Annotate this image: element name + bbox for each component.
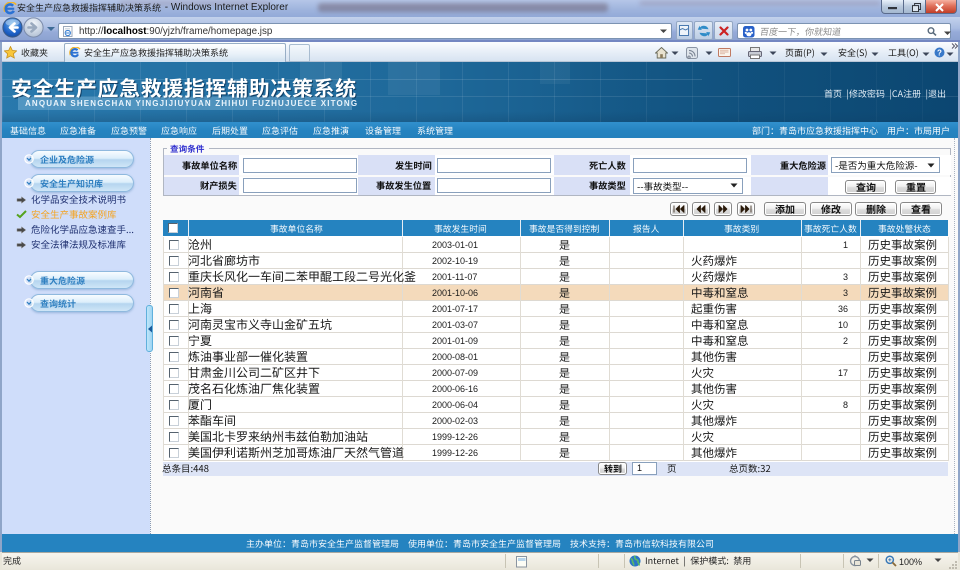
svg-text:?: ?	[937, 48, 942, 57]
